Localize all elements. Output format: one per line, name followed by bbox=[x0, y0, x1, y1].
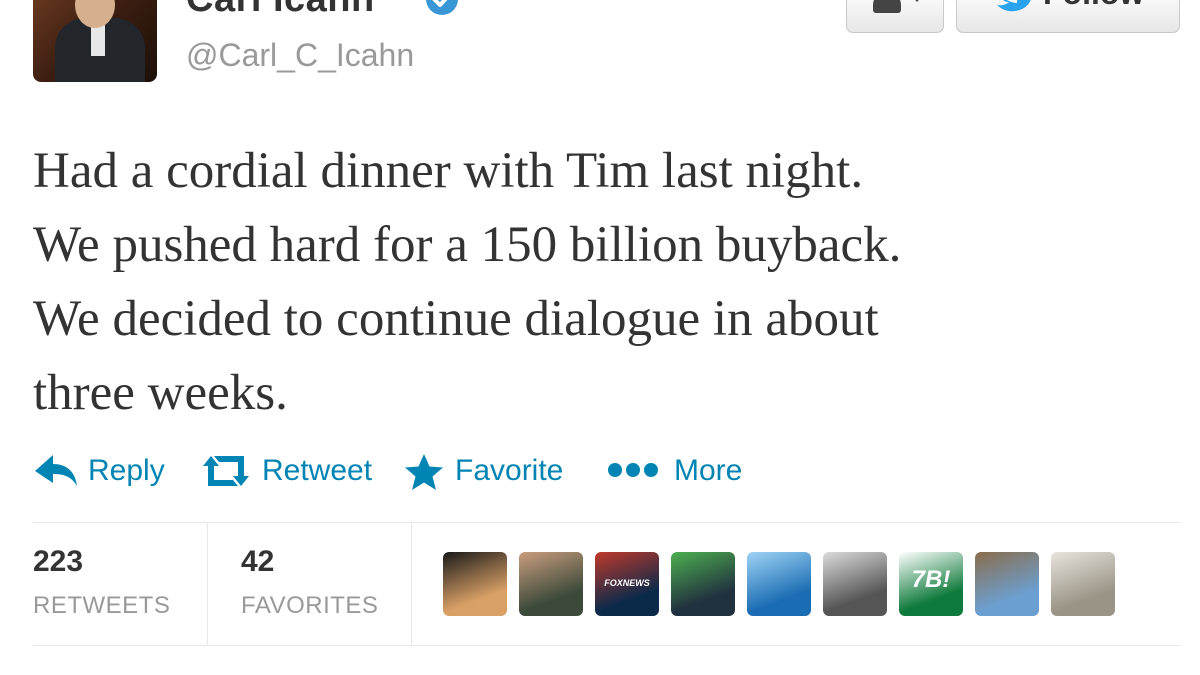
tweet-text: Had a cordial dinner with Tim last night… bbox=[33, 134, 1173, 430]
more-dots-icon bbox=[608, 463, 658, 477]
reply-label: Reply bbox=[88, 454, 165, 487]
avatar-text: FOXNEWS bbox=[604, 578, 650, 588]
favorite-label: Favorite bbox=[455, 454, 564, 487]
retweets-label[interactable]: RETWEETS bbox=[33, 592, 170, 620]
man-portrait-avatar[interactable] bbox=[519, 552, 583, 616]
reply-button[interactable]: Reply bbox=[33, 448, 173, 494]
favorites-label[interactable]: FAVORITES bbox=[241, 592, 378, 620]
foxnews-avatar[interactable]: FOXNEWS bbox=[595, 552, 659, 616]
tweet-line: We decided to continue dialogue in about bbox=[33, 291, 879, 347]
tweet-line: Had a cordial dinner with Tim last night… bbox=[33, 143, 864, 199]
blue-logo-avatar[interactable] bbox=[747, 552, 811, 616]
favorites-count[interactable]: 42 bbox=[241, 545, 274, 579]
retweet-icon bbox=[203, 456, 249, 486]
favorite-button[interactable]: Favorite bbox=[403, 448, 573, 494]
user-name[interactable]: Carl Icahn bbox=[186, 0, 375, 21]
tweet-line: We pushed hard for a 150 billion buyback… bbox=[33, 217, 902, 273]
retweet-label: Retweet bbox=[262, 454, 373, 487]
reply-icon bbox=[35, 455, 77, 486]
stats-separator bbox=[207, 523, 208, 645]
trading-screen-avatar[interactable] bbox=[671, 552, 735, 616]
sette8-avatar[interactable]: 7B! bbox=[899, 552, 963, 616]
user-icon bbox=[873, 0, 901, 13]
follow-button[interactable]: Follow bbox=[956, 0, 1180, 33]
bw-portrait-avatar[interactable] bbox=[823, 552, 887, 616]
chevron-down-icon bbox=[911, 0, 923, 2]
silhouette-avatar[interactable] bbox=[443, 552, 507, 616]
star-icon bbox=[405, 454, 443, 490]
tweet-line: three weeks. bbox=[33, 365, 288, 421]
avatar-text: 7B! bbox=[911, 566, 951, 593]
retweets-count[interactable]: 223 bbox=[33, 545, 83, 579]
animal-avatar[interactable] bbox=[1051, 552, 1115, 616]
stats-separator bbox=[411, 523, 412, 645]
verified-badge-icon bbox=[426, 0, 458, 15]
user-handle[interactable]: @Carl_C_Icahn bbox=[186, 37, 414, 74]
stats-bottom-divider bbox=[33, 645, 1180, 646]
more-label: More bbox=[674, 454, 743, 487]
outdoor-person-avatar[interactable] bbox=[975, 552, 1039, 616]
profile-avatar[interactable] bbox=[33, 0, 157, 82]
more-button[interactable]: More bbox=[606, 448, 746, 494]
retweet-button[interactable]: Retweet bbox=[199, 448, 381, 494]
user-actions-button[interactable] bbox=[846, 0, 944, 33]
follow-label: Follow bbox=[1043, 0, 1144, 12]
twitter-bird-icon bbox=[997, 0, 1031, 12]
stats-top-divider bbox=[33, 522, 1180, 523]
